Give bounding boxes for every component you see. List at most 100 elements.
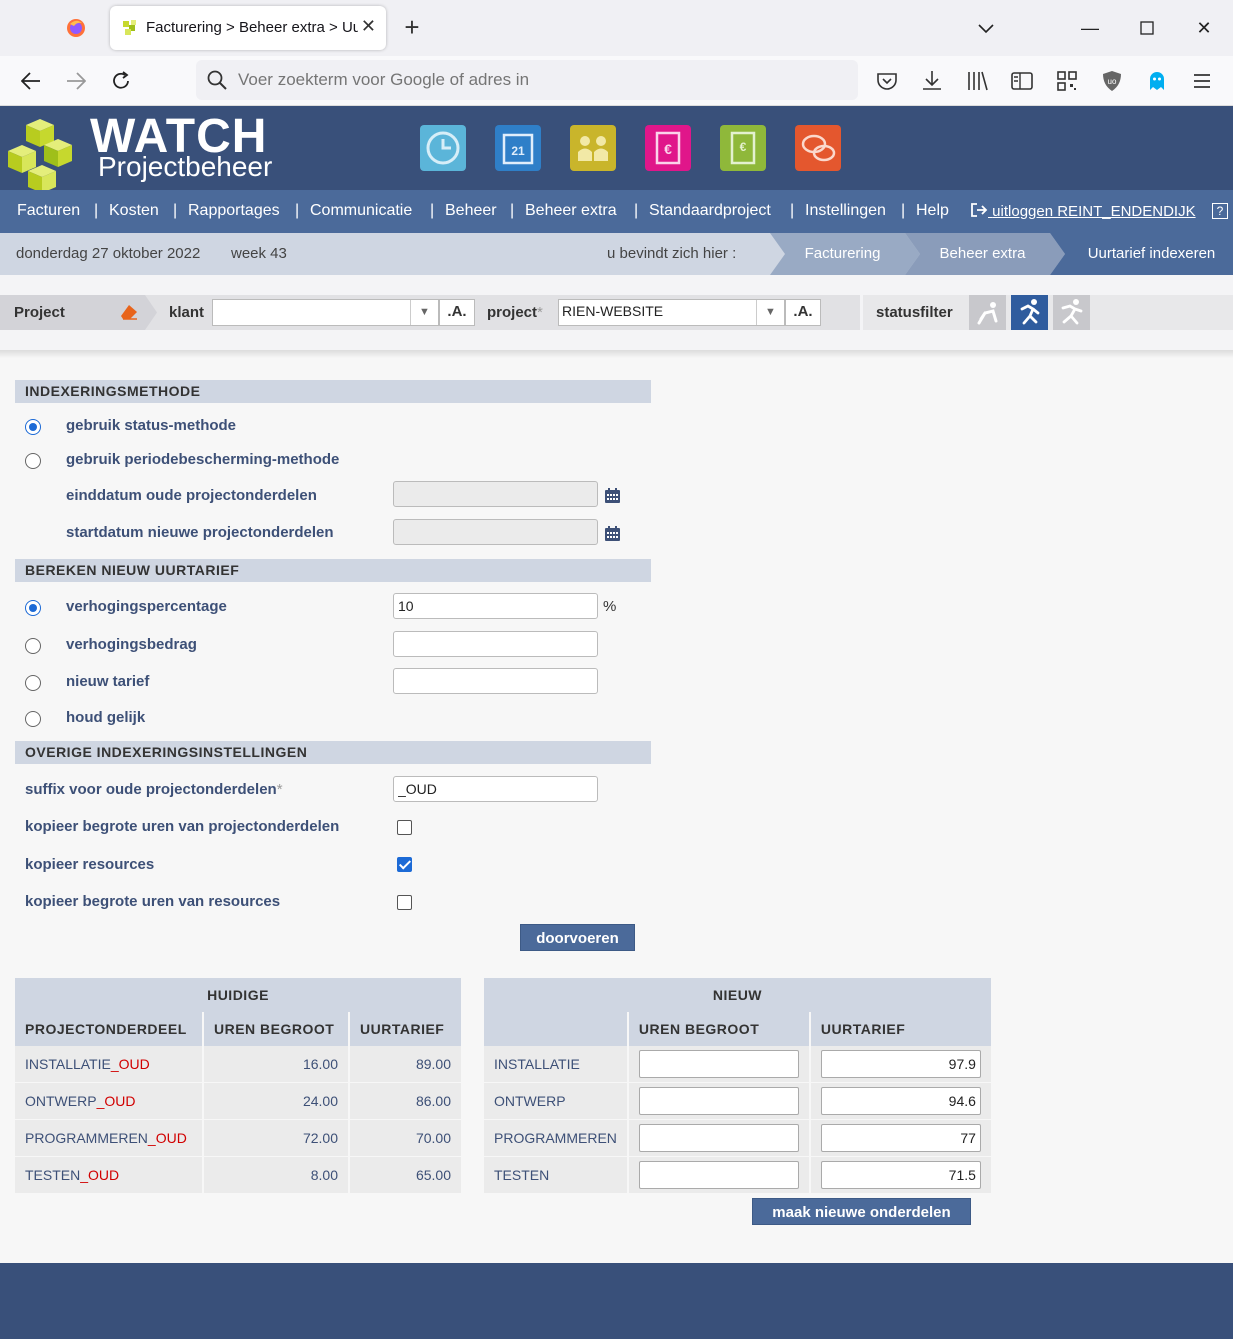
nieuw-tarief-input[interactable] [393,668,598,694]
menu-beheer-extra[interactable]: Beheer extra [525,202,617,220]
label-suffix-text: suffix voor oude projectonderdelen [25,781,277,798]
doorvoeren-button[interactable]: doorvoeren [520,924,635,951]
new-hours-input[interactable] [638,1124,799,1152]
checkbox-copy-hours-resources[interactable] [397,895,412,910]
eraser-icon[interactable] [120,304,138,320]
project-combobox[interactable]: ▼ [558,299,785,326]
part-name-cell: PROGRAMMEREN_OUD [15,1120,202,1157]
radio-verhogingspercentage[interactable] [25,600,41,616]
radio-houd-gelijk[interactable] [25,711,41,727]
new-hours-input[interactable] [638,1161,799,1189]
calendar-planning-icon[interactable]: 21 [495,125,541,171]
radio-verhogingsbedrag[interactable] [25,638,41,654]
calendar-icon[interactable] [605,526,620,541]
new-rate-input[interactable] [820,1050,981,1078]
close-tab-icon[interactable]: ✕ [361,16,376,36]
ublock-shield-icon[interactable]: uo [1099,68,1125,94]
radio-periode-method[interactable] [25,453,41,469]
part-suffix: _OUD [80,1167,120,1183]
new-rate-input[interactable] [820,1161,981,1189]
url-bar[interactable] [196,60,858,100]
label-suffix: suffix voor oude projectonderdelen* [25,781,283,798]
breadcrumb-facturering[interactable]: Facturering [785,233,900,275]
firefox-icon[interactable] [62,14,90,42]
hamburger-menu-icon[interactable] [1189,68,1215,94]
menu-facturen[interactable]: Facturen [17,202,80,220]
suffix-input[interactable] [393,776,598,802]
reader-view-icon[interactable] [1009,68,1035,94]
browser-tab[interactable]: Facturering > Beheer extra > Uurtarief i… [110,6,386,50]
watch-logo-icon[interactable] [6,115,86,195]
svg-text:€: € [664,141,672,157]
status-sprinting-icon[interactable] [1053,295,1090,330]
downloads-icon[interactable] [919,68,945,94]
project-input[interactable] [562,303,752,319]
new-hours-input[interactable] [638,1087,799,1115]
menu-help[interactable]: Help [916,202,949,220]
new-hours-input[interactable] [638,1050,799,1078]
klant-input[interactable] [216,303,406,319]
project-field-label-text: project [487,304,538,321]
project-a-button[interactable]: .A. [785,299,821,326]
status-running-icon[interactable] [1011,295,1048,330]
tab-list-chevron-icon[interactable] [972,14,1000,42]
minimize-window-button[interactable]: — [1076,14,1104,42]
communication-chat-icon[interactable] [795,125,841,171]
part-suffix: _OUD [110,1056,150,1072]
new-rate-input[interactable] [820,1087,981,1115]
project-tab: Project [0,295,145,330]
costs-euro-calculator-icon[interactable]: € [720,125,766,171]
help-question-icon[interactable]: ? [1212,203,1228,219]
close-window-button[interactable]: ✕ [1190,14,1218,42]
bedrag-input[interactable] [393,631,598,657]
startdatum-field[interactable] [393,519,598,545]
menu-kosten[interactable]: Kosten [109,202,159,220]
checkbox-copy-hours-parts[interactable] [397,820,412,835]
menu-communicatie[interactable]: Communicatie [310,202,412,220]
radio-nieuw-tarief[interactable] [25,675,41,691]
svg-text:€: € [740,140,747,154]
klant-combobox[interactable]: ▼ [212,299,439,326]
new-tab-button[interactable]: + [400,12,424,42]
status-crawling-icon[interactable] [969,295,1006,330]
maximize-window-button[interactable] [1133,14,1161,42]
back-button[interactable] [16,66,46,96]
part-suffix: _OUD [96,1093,136,1109]
project-dropdown-arrow-icon[interactable]: ▼ [756,300,784,325]
rate-cell: 89.00 [348,1046,461,1083]
menu-beheer[interactable]: Beheer [445,202,497,220]
breadcrumb-beheer-extra[interactable]: Beheer extra [920,233,1045,275]
percentage-input[interactable] [393,593,598,619]
maak-nieuwe-onderdelen-button[interactable]: maak nieuwe onderdelen [752,1198,971,1225]
logout-link[interactable]: uitloggen REINT_ENDENDIJK [970,202,1196,220]
menu-instellingen[interactable]: Instellingen [805,202,886,220]
calendar-icon[interactable] [605,488,620,503]
logout-icon [971,203,988,217]
invoice-euro-icon[interactable]: € [645,125,691,171]
new-part-name: ONTWERP [484,1083,627,1120]
einddatum-field[interactable] [393,481,598,507]
library-icon[interactable] [964,68,990,94]
menu-rapportages[interactable]: Rapportages [188,202,280,220]
ghostery-icon[interactable] [1144,68,1170,94]
col-new-name [484,1012,627,1046]
people-relations-icon[interactable] [570,125,616,171]
new-rate-cell [808,1083,991,1120]
part-name-cell: INSTALLATIE_OUD [15,1046,202,1083]
label-verhogingspercentage: verhogingspercentage [66,598,227,615]
time-registration-clock-icon[interactable] [420,125,466,171]
part-name: ONTWERP [25,1093,97,1109]
url-input[interactable] [238,68,838,92]
forward-button[interactable] [61,66,91,96]
new-rate-input[interactable] [820,1124,981,1152]
radio-status-method[interactable] [25,419,41,435]
klant-dropdown-arrow-icon[interactable]: ▼ [410,300,438,325]
new-part-name: TESTEN [484,1157,627,1194]
reload-button[interactable] [106,66,136,96]
col-new-uurtarief: UURTARIEF [808,1012,991,1046]
klant-a-button[interactable]: .A. [439,299,475,326]
qr-code-icon[interactable] [1054,68,1080,94]
checkbox-copy-resources[interactable] [397,857,412,872]
menu-standaardproject[interactable]: Standaardproject [649,202,771,220]
pocket-icon[interactable] [874,68,900,94]
